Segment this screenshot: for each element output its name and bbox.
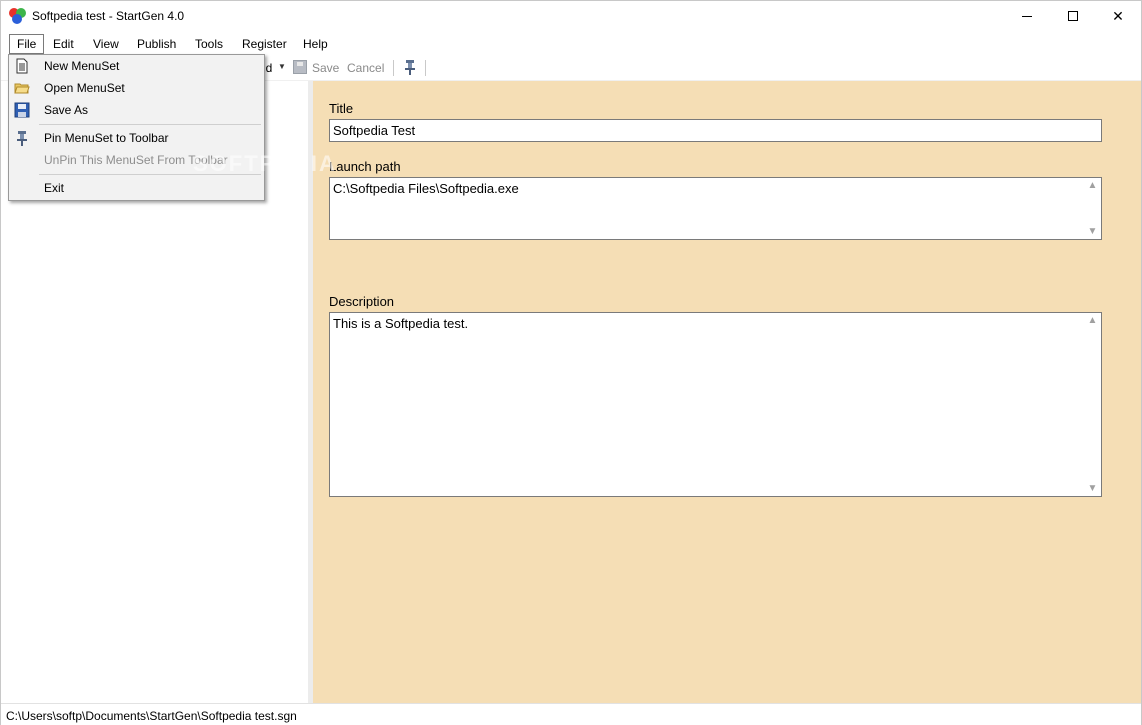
- new-document-icon: [16, 58, 28, 74]
- app-logo-icon: [9, 8, 26, 25]
- scroll-down-icon[interactable]: ▼: [1084, 483, 1101, 494]
- window-title: Softpedia test - StartGen 4.0: [32, 9, 185, 23]
- menu-file[interactable]: File: [9, 34, 45, 54]
- scroll-up-icon[interactable]: ▲: [1084, 180, 1101, 191]
- description-label: Description: [329, 294, 395, 309]
- scroll-up-icon[interactable]: ▲: [1084, 315, 1101, 326]
- menu-item-new-menuset[interactable]: New MenuSet: [9, 55, 264, 77]
- menu-register[interactable]: Register: [235, 34, 294, 54]
- menu-help[interactable]: Help: [296, 34, 335, 54]
- floppy-disk-icon: [14, 102, 30, 118]
- menu-view[interactable]: View: [86, 34, 126, 54]
- minimize-button[interactable]: [1004, 1, 1050, 32]
- softpedia-watermark: SOFTPEDIA: [193, 151, 337, 176]
- description-field[interactable]: This is a Softpedia test. ▲ ▼: [329, 312, 1102, 497]
- launch-path-label: Launch path: [329, 159, 401, 174]
- file-menu-dropdown: New MenuSet Open MenuSet Save As Pin Men…: [8, 54, 265, 201]
- save-button[interactable]: Save: [312, 61, 339, 75]
- open-folder-icon: [14, 83, 30, 94]
- file-path-status: C:\Users\softp\Documents\StartGen\Softpe…: [6, 709, 297, 723]
- minimize-icon: [1022, 16, 1032, 17]
- title-field[interactable]: Softpedia Test: [329, 119, 1102, 142]
- pin-icon: [17, 131, 27, 146]
- menu-item-open-menuset[interactable]: Open MenuSet: [9, 77, 264, 99]
- close-button[interactable]: ✕: [1095, 1, 1141, 32]
- cancel-button[interactable]: Cancel: [347, 61, 384, 75]
- maximize-button[interactable]: [1050, 1, 1096, 32]
- launch-path-scrollbar[interactable]: ▲ ▼: [1084, 178, 1101, 239]
- add-dropdown-arrow-icon[interactable]: ▼: [278, 62, 286, 71]
- close-icon: ✕: [1112, 8, 1124, 24]
- description-scrollbar[interactable]: ▲ ▼: [1084, 313, 1101, 496]
- launch-path-value: C:\Softpedia Files\Softpedia.exe: [333, 181, 519, 196]
- title-label: Title: [329, 101, 354, 116]
- status-bar: C:\Users\softp\Documents\StartGen\Softpe…: [1, 703, 1141, 725]
- launch-path-field[interactable]: C:\Softpedia Files\Softpedia.exe ▲ ▼: [329, 177, 1102, 240]
- pin-toolbar-icon[interactable]: [403, 59, 417, 75]
- toolbar-separator: [393, 60, 394, 76]
- menu-edit[interactable]: Edit: [46, 34, 81, 54]
- menu-item-pin-menuset[interactable]: Pin MenuSet to Toolbar: [9, 127, 264, 149]
- menu-tools[interactable]: Tools: [188, 34, 230, 54]
- description-value: This is a Softpedia test.: [333, 316, 469, 331]
- title-bar: Softpedia test - StartGen 4.0 ✕: [1, 1, 1141, 32]
- menu-publish[interactable]: Publish: [130, 34, 183, 54]
- menu-item-save-as[interactable]: Save As: [9, 99, 264, 121]
- save-icon: [293, 60, 307, 74]
- menu-separator: [39, 124, 261, 125]
- item-editor-panel: Title Softpedia Test Launch path C:\Soft…: [313, 81, 1141, 703]
- maximize-icon: [1068, 11, 1078, 21]
- title-field-value: Softpedia Test: [333, 123, 416, 138]
- toolbar-separator: [425, 60, 426, 76]
- main-window: Softpedia test - StartGen 4.0 ✕ File Edi…: [0, 0, 1142, 725]
- scroll-down-icon[interactable]: ▼: [1084, 226, 1101, 237]
- menu-item-exit[interactable]: Exit: [9, 177, 264, 199]
- menu-bar: File Edit View Publish Tools Register He…: [1, 32, 1141, 54]
